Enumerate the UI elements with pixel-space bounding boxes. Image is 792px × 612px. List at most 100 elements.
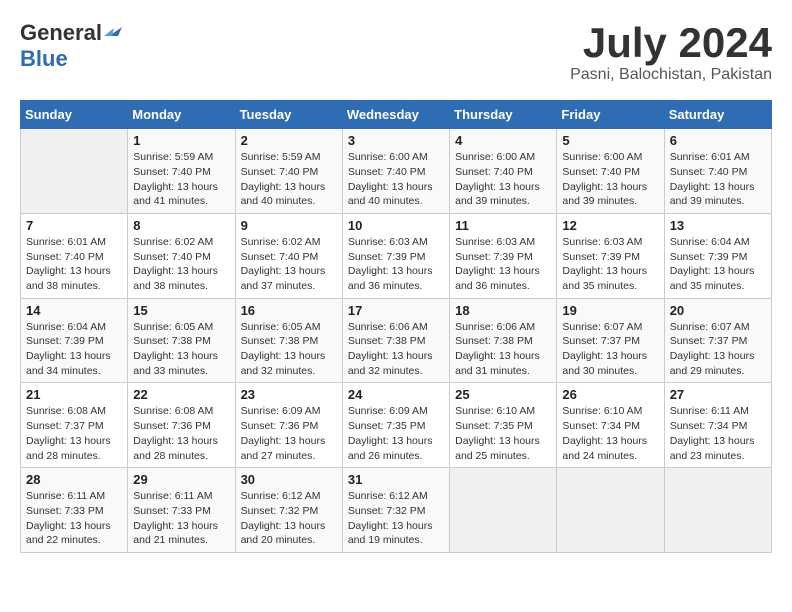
logo-blue-text: Blue (20, 46, 68, 71)
day-info: Sunrise: 6:00 AMSunset: 7:40 PMDaylight:… (348, 150, 444, 209)
day-number: 27 (670, 387, 766, 402)
day-info: Sunrise: 6:09 AMSunset: 7:36 PMDaylight:… (241, 404, 337, 463)
day-number: 7 (26, 218, 122, 233)
day-number: 11 (455, 218, 551, 233)
calendar-week-row: 7 Sunrise: 6:01 AMSunset: 7:40 PMDaylight… (21, 213, 772, 298)
day-number: 5 (562, 133, 658, 148)
day-info: Sunrise: 6:05 AMSunset: 7:38 PMDaylight:… (241, 320, 337, 379)
day-number: 6 (670, 133, 766, 148)
day-info: Sunrise: 6:02 AMSunset: 7:40 PMDaylight:… (241, 235, 337, 294)
location-subtitle: Pasni, Balochistan, Pakistan (570, 66, 772, 84)
calendar-week-row: 28 Sunrise: 6:11 AMSunset: 7:33 PMDayligh… (21, 468, 772, 553)
day-number: 23 (241, 387, 337, 402)
month-year-title: July 2024 (570, 20, 772, 66)
day-number: 14 (26, 303, 122, 318)
day-number: 4 (455, 133, 551, 148)
calendar-cell: 27 Sunrise: 6:11 AMSunset: 7:34 PMDayligh… (664, 383, 771, 468)
day-number: 10 (348, 218, 444, 233)
day-info: Sunrise: 6:01 AMSunset: 7:40 PMDaylight:… (670, 150, 766, 209)
calendar-cell: 30Sunrise: 6:12 AMSunset: 7:32 PMDayligh… (235, 468, 342, 553)
day-info: Sunrise: 6:06 AMSunset: 7:38 PMDaylight:… (348, 320, 444, 379)
logo-general-text: General (20, 20, 102, 46)
day-number: 2 (241, 133, 337, 148)
calendar-cell: 1 Sunrise: 5:59 AMSunset: 7:40 PMDaylight… (128, 129, 235, 214)
column-header-tuesday: Tuesday (235, 101, 342, 129)
calendar-cell: 23 Sunrise: 6:09 AMSunset: 7:36 PMDayligh… (235, 383, 342, 468)
calendar-cell: 2 Sunrise: 5:59 AMSunset: 7:40 PMDaylight… (235, 129, 342, 214)
calendar-cell: 6 Sunrise: 6:01 AMSunset: 7:40 PMDaylight… (664, 129, 771, 214)
calendar-cell: 4 Sunrise: 6:00 AMSunset: 7:40 PMDaylight… (450, 129, 557, 214)
column-header-saturday: Saturday (664, 101, 771, 129)
logo: General Blue (20, 20, 122, 72)
calendar-cell: 31Sunrise: 6:12 AMSunset: 7:32 PMDayligh… (342, 468, 449, 553)
calendar-cell: 21Sunrise: 6:08 AMSunset: 7:37 PMDayligh… (21, 383, 128, 468)
calendar-cell: 10 Sunrise: 6:03 AMSunset: 7:39 PMDayligh… (342, 213, 449, 298)
day-info: Sunrise: 6:03 AMSunset: 7:39 PMDaylight:… (348, 235, 444, 294)
title-block: July 2024 Pasni, Balochistan, Pakistan (570, 20, 772, 84)
calendar-cell: 7 Sunrise: 6:01 AMSunset: 7:40 PMDaylight… (21, 213, 128, 298)
day-number: 16 (241, 303, 337, 318)
calendar-cell: 11 Sunrise: 6:03 AMSunset: 7:39 PMDayligh… (450, 213, 557, 298)
day-info: Sunrise: 6:04 AMSunset: 7:39 PMDaylight:… (670, 235, 766, 294)
day-number: 13 (670, 218, 766, 233)
calendar-cell: 5 Sunrise: 6:00 AMSunset: 7:40 PMDaylight… (557, 129, 664, 214)
day-number: 3 (348, 133, 444, 148)
calendar-cell: 9 Sunrise: 6:02 AMSunset: 7:40 PMDaylight… (235, 213, 342, 298)
calendar-cell: 8 Sunrise: 6:02 AMSunset: 7:40 PMDaylight… (128, 213, 235, 298)
calendar-cell (450, 468, 557, 553)
calendar-cell: 16 Sunrise: 6:05 AMSunset: 7:38 PMDayligh… (235, 298, 342, 383)
day-info: Sunrise: 6:03 AMSunset: 7:39 PMDaylight:… (455, 235, 551, 294)
day-number: 25 (455, 387, 551, 402)
calendar-header-row: SundayMondayTuesdayWednesdayThursdayFrid… (21, 101, 772, 129)
day-info: Sunrise: 6:12 AMSunset: 7:32 PMDaylight:… (241, 489, 337, 548)
day-number: 29 (133, 472, 229, 487)
day-info: Sunrise: 6:11 AMSunset: 7:33 PMDaylight:… (133, 489, 229, 548)
day-number: 8 (133, 218, 229, 233)
calendar-week-row: 1 Sunrise: 5:59 AMSunset: 7:40 PMDaylight… (21, 129, 772, 214)
day-info: Sunrise: 6:00 AMSunset: 7:40 PMDaylight:… (455, 150, 551, 209)
calendar-cell: 20Sunrise: 6:07 AMSunset: 7:37 PMDayligh… (664, 298, 771, 383)
day-number: 15 (133, 303, 229, 318)
calendar-cell (21, 129, 128, 214)
day-info: Sunrise: 5:59 AMSunset: 7:40 PMDaylight:… (241, 150, 337, 209)
calendar-cell: 12 Sunrise: 6:03 AMSunset: 7:39 PMDayligh… (557, 213, 664, 298)
day-info: Sunrise: 6:08 AMSunset: 7:37 PMDaylight:… (26, 404, 122, 463)
day-info: Sunrise: 6:07 AMSunset: 7:37 PMDaylight:… (670, 320, 766, 379)
day-number: 1 (133, 133, 229, 148)
calendar-cell: 28 Sunrise: 6:11 AMSunset: 7:33 PMDayligh… (21, 468, 128, 553)
day-info: Sunrise: 6:07 AMSunset: 7:37 PMDaylight:… (562, 320, 658, 379)
day-info: Sunrise: 5:59 AMSunset: 7:40 PMDaylight:… (133, 150, 229, 209)
day-info: Sunrise: 6:11 AMSunset: 7:34 PMDaylight:… (670, 404, 766, 463)
day-info: Sunrise: 6:01 AMSunset: 7:40 PMDaylight:… (26, 235, 122, 294)
day-number: 26 (562, 387, 658, 402)
calendar-cell: 13 Sunrise: 6:04 AMSunset: 7:39 PMDayligh… (664, 213, 771, 298)
day-info: Sunrise: 6:00 AMSunset: 7:40 PMDaylight:… (562, 150, 658, 209)
calendar-cell: 15Sunrise: 6:05 AMSunset: 7:38 PMDayligh… (128, 298, 235, 383)
day-number: 17 (348, 303, 444, 318)
calendar-cell: 14 Sunrise: 6:04 AMSunset: 7:39 PMDayligh… (21, 298, 128, 383)
calendar-table: SundayMondayTuesdayWednesdayThursdayFrid… (20, 100, 772, 553)
day-info: Sunrise: 6:02 AMSunset: 7:40 PMDaylight:… (133, 235, 229, 294)
day-number: 28 (26, 472, 122, 487)
day-info: Sunrise: 6:04 AMSunset: 7:39 PMDaylight:… (26, 320, 122, 379)
day-info: Sunrise: 6:11 AMSunset: 7:33 PMDaylight:… (26, 489, 122, 548)
day-number: 12 (562, 218, 658, 233)
calendar-week-row: 14 Sunrise: 6:04 AMSunset: 7:39 PMDayligh… (21, 298, 772, 383)
calendar-cell (557, 468, 664, 553)
calendar-cell (664, 468, 771, 553)
calendar-cell: 17 Sunrise: 6:06 AMSunset: 7:38 PMDayligh… (342, 298, 449, 383)
calendar-cell: 29 Sunrise: 6:11 AMSunset: 7:33 PMDayligh… (128, 468, 235, 553)
day-number: 9 (241, 218, 337, 233)
page-header: General Blue July 2024 Pasni, Balochista… (20, 20, 772, 84)
day-info: Sunrise: 6:10 AMSunset: 7:35 PMDaylight:… (455, 404, 551, 463)
column-header-sunday: Sunday (21, 101, 128, 129)
calendar-week-row: 21Sunrise: 6:08 AMSunset: 7:37 PMDayligh… (21, 383, 772, 468)
column-header-friday: Friday (557, 101, 664, 129)
day-number: 19 (562, 303, 658, 318)
day-info: Sunrise: 6:03 AMSunset: 7:39 PMDaylight:… (562, 235, 658, 294)
column-header-monday: Monday (128, 101, 235, 129)
day-info: Sunrise: 6:10 AMSunset: 7:34 PMDaylight:… (562, 404, 658, 463)
column-header-thursday: Thursday (450, 101, 557, 129)
column-header-wednesday: Wednesday (342, 101, 449, 129)
calendar-cell: 18Sunrise: 6:06 AMSunset: 7:38 PMDayligh… (450, 298, 557, 383)
